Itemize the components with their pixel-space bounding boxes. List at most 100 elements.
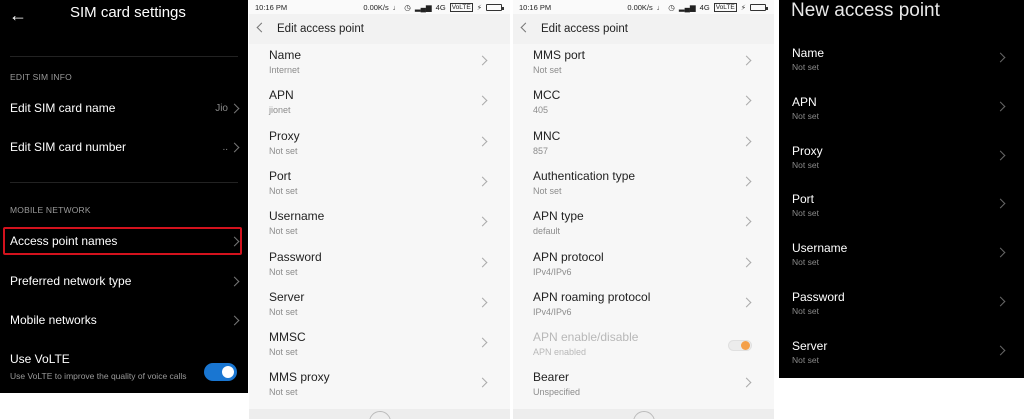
- volte-toggle[interactable]: [204, 363, 237, 381]
- toggle-knob: [741, 341, 750, 351]
- field-value: Unspecified: [533, 387, 581, 398]
- ap-field-apn-type[interactable]: APN type default: [513, 205, 774, 245]
- edit-sim-card-number-item[interactable]: Edit SIM card number ..: [0, 131, 248, 163]
- ap-field-apn[interactable]: APN jionet: [249, 84, 510, 124]
- new-ap-field-apn[interactable]: APN Not set: [779, 95, 1024, 139]
- ap-field-port[interactable]: Port Not set: [249, 165, 510, 205]
- field-value: 405: [533, 105, 549, 116]
- arrow-left-icon[interactable]: ←: [9, 5, 27, 26]
- ap-field-authentication-type[interactable]: Authentication type Not set: [513, 165, 774, 205]
- field-label: APN enable/disable: [533, 330, 639, 345]
- field-value: 857: [533, 145, 549, 156]
- charging-icon: ⚡: [740, 3, 746, 12]
- field-value: Not set: [792, 62, 819, 72]
- field-value: Not set: [792, 208, 819, 219]
- ap-field-name[interactable]: Name Internet: [249, 44, 510, 84]
- field-label: Username: [269, 209, 325, 224]
- status-bar: 10:16 PM 0.00K/s ♩ ◷ ▂▄▆ 4G VoLTE ⚡: [249, 0, 510, 14]
- home-button-icon[interactable]: [368, 411, 391, 419]
- ap-field-mcc[interactable]: MCC 405: [513, 84, 774, 124]
- volte-badge: VoLTE: [713, 3, 737, 12]
- ap-field-password[interactable]: Password Not set: [249, 246, 510, 286]
- edit-sim-card-name-item[interactable]: Edit SIM card name Jio: [0, 92, 248, 124]
- ap-field-mnc[interactable]: MNC 857: [513, 125, 774, 165]
- field-label: APN type: [533, 209, 584, 224]
- chevron-right-icon: [477, 297, 488, 308]
- ap-field-username[interactable]: Username Not set: [249, 205, 510, 245]
- ap-field-mmsc[interactable]: MMSC Not set: [249, 326, 510, 366]
- ap-field-mms-port[interactable]: MMS port Not set: [513, 44, 774, 84]
- chevron-right-icon: [995, 247, 1006, 258]
- status-bar: 10:16 PM 0.00K/s ♩ ◷ ▂▄▆ 4G VoLTE ⚡: [513, 0, 774, 14]
- field-label: MMS proxy: [269, 370, 330, 385]
- home-button-icon[interactable]: [632, 411, 655, 419]
- chevron-right-icon: [477, 55, 488, 66]
- field-value: Not set: [792, 110, 819, 121]
- field-value: Not set: [269, 387, 298, 398]
- charging-icon: ⚡: [476, 3, 482, 12]
- chevron-right-icon: [477, 216, 488, 227]
- new-ap-field-proxy[interactable]: Proxy Not set: [779, 144, 1024, 188]
- ap-field-mms-proxy[interactable]: MMS proxy Not set: [249, 366, 510, 406]
- new-ap-field-username[interactable]: Username Not set: [779, 241, 1024, 285]
- ap-field-apn-roaming-protocol[interactable]: APN roaming protocol IPv4/IPv6: [513, 286, 774, 326]
- page-title: Edit access point: [541, 23, 628, 35]
- sim-card-settings-screen: ← SIM card settings EDIT SIM INFO Edit S…: [0, 0, 248, 393]
- apn-enable-toggle[interactable]: [728, 340, 752, 352]
- chevron-right-icon: [229, 142, 240, 152]
- battery-icon: [750, 4, 768, 11]
- highlight-box: [3, 227, 242, 255]
- ap-field-server[interactable]: Server Not set: [249, 286, 510, 326]
- chevron-left-icon[interactable]: [520, 22, 531, 33]
- field-label: Port: [792, 192, 815, 207]
- network-speed: 0.00K/s: [363, 3, 389, 12]
- chevron-right-icon: [741, 377, 752, 388]
- ap-field-apn-protocol[interactable]: APN protocol IPv4/IPv6: [513, 246, 774, 286]
- field-label: MMS port: [533, 48, 586, 62]
- sim-settings-header: ← SIM card settings: [0, 0, 248, 28]
- battery-icon: [486, 4, 504, 11]
- field-label: APN: [792, 94, 817, 109]
- chevron-right-icon: [229, 315, 240, 325]
- chevron-right-icon: [995, 198, 1006, 209]
- chevron-right-icon: [995, 296, 1006, 307]
- ap-field-proxy[interactable]: Proxy Not set: [249, 125, 510, 165]
- new-ap-field-server[interactable]: Server Not set: [779, 339, 1024, 378]
- chevron-right-icon: [741, 297, 752, 308]
- field-label: Username: [792, 241, 848, 256]
- page-title: New access point: [791, 0, 940, 21]
- field-label: Server: [269, 289, 305, 304]
- chevron-right-icon: [477, 95, 488, 106]
- new-ap-field-port[interactable]: Port Not set: [779, 192, 1024, 236]
- page-title: SIM card settings: [70, 4, 186, 21]
- edit-access-point-screen-1: 10:16 PM 0.00K/s ♩ ◷ ▂▄▆ 4G VoLTE ⚡ Edit…: [249, 0, 510, 419]
- field-value: Not set: [792, 257, 819, 268]
- chevron-right-icon: [741, 257, 752, 267]
- field-value: Not set: [269, 306, 298, 317]
- field-label: Bearer: [533, 370, 570, 385]
- new-access-point-screen: New access point Name Not set APN Not set Pr…: [779, 0, 1024, 378]
- network-speed: 0.00K/s: [627, 3, 653, 12]
- ap-field-bearer[interactable]: Bearer Unspecified: [513, 366, 774, 406]
- field-label: Proxy: [269, 128, 300, 143]
- mobile-networks-item[interactable]: Mobile networks: [0, 304, 248, 336]
- new-ap-field-name[interactable]: Name Not set: [779, 46, 1024, 90]
- item-label: Use VoLTE: [10, 352, 70, 366]
- chevron-right-icon: [741, 136, 752, 147]
- field-value: Not set: [269, 226, 298, 237]
- chevron-left-icon[interactable]: [256, 22, 267, 33]
- field-label: Authentication type: [533, 168, 636, 183]
- chevron-right-icon: [477, 176, 488, 187]
- toggle-knob: [222, 366, 234, 378]
- preferred-network-type-item[interactable]: Preferred network type: [0, 265, 248, 297]
- status-time: 10:16 PM: [255, 3, 288, 12]
- field-label: Password: [792, 290, 845, 304]
- chevron-right-icon: [995, 150, 1006, 161]
- new-ap-field-password[interactable]: Password Not set: [779, 290, 1024, 334]
- edit-ap-header: Edit access point: [513, 14, 774, 44]
- edit-access-point-screen-2: 10:16 PM 0.00K/s ♩ ◷ ▂▄▆ 4G VoLTE ⚡ Edit…: [513, 0, 774, 419]
- chevron-right-icon: [995, 52, 1006, 63]
- ap-field-apn-enable-disable[interactable]: APN enable/disable APN enabled: [513, 326, 774, 366]
- field-value: Not set: [533, 185, 562, 196]
- field-value: Not set: [269, 145, 298, 156]
